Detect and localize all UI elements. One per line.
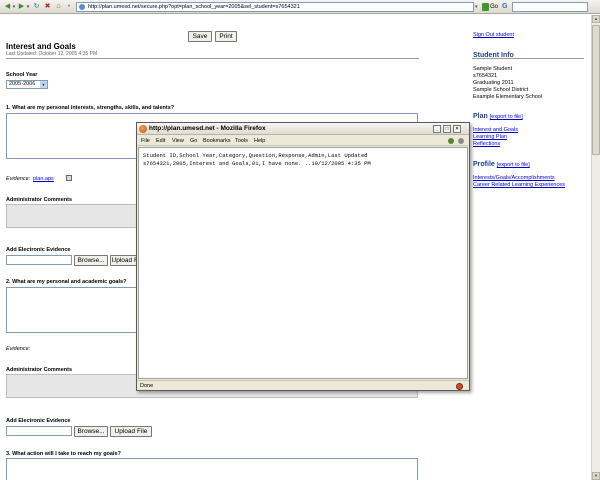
home-icon[interactable]: ⌂ (54, 2, 63, 12)
browser-toolbar: ◀ ▾ ▶ ▾ ↻ ✖ ⌂ • http://plan.umesd.net/se… (0, 0, 600, 14)
forward-dropdown-icon[interactable]: ▾ (26, 2, 30, 12)
school-year-label: School Year (6, 72, 38, 78)
plan-heading-text: Plan (473, 113, 488, 120)
go-button[interactable]: Go (490, 2, 498, 12)
sign-out-link[interactable]: Sign Out student (473, 32, 514, 38)
back-arrow-icon[interactable]: ◀ (3, 2, 12, 12)
throbber-icon: • (67, 3, 71, 10)
evidence-file-input-2[interactable] (6, 426, 72, 436)
delete-evidence-icon[interactable] (66, 175, 72, 181)
forward-arrow-icon[interactable]: ▶ (17, 2, 26, 12)
status-text: Done (140, 383, 154, 389)
back-dropdown-icon[interactable]: ▾ (12, 2, 16, 12)
student-district: Sample School District (473, 87, 529, 93)
menu-help[interactable]: Help (254, 137, 265, 145)
site-favicon-icon (79, 4, 85, 10)
scroll-down-icon[interactable]: ▼ (592, 472, 600, 480)
url-input[interactable]: http://plan.umesd.net/secure.php?opt=pla… (76, 2, 474, 12)
csv-header-line: Student ID,School Year,Category,Question… (143, 152, 368, 159)
student-id: s7654321 (473, 73, 498, 79)
sidebar-link-reflections[interactable]: Reflections (473, 141, 500, 147)
popup-menubar: File Edit View Go Bookmarks Tools Help (137, 136, 469, 146)
student-name: Sample Student (473, 66, 513, 72)
menu-view[interactable]: View (172, 137, 184, 145)
activity-icon (458, 138, 464, 144)
add-evidence-label-2: Add Electronic Evidence (6, 418, 71, 424)
url-dropdown-icon[interactable]: ▾ (475, 2, 481, 12)
browse-button-1[interactable]: Browse... (74, 255, 108, 266)
sidebar-link-interests-accomplishments[interactable]: Interests/Goals/Accomplishments (473, 175, 555, 181)
popup-titlebar[interactable]: http://plan.umesd.net - Mozilla Firefox … (137, 123, 469, 135)
menu-edit[interactable]: Edit (156, 137, 165, 145)
evidence-file-input-1[interactable] (6, 255, 72, 265)
page-title: Interest and Goals (6, 42, 76, 51)
school-year-value: 2005-2006 (9, 81, 36, 87)
question-2-label: 2. What are my personal and academic goa… (6, 279, 127, 285)
security-icon (456, 383, 463, 390)
print-button[interactable]: Print (215, 31, 237, 42)
sidebar-link-interest-goals[interactable]: Interest and Goals (473, 127, 518, 133)
reload-icon[interactable]: ↻ (32, 2, 41, 12)
student-info-heading: Student Info (473, 52, 514, 59)
go-forward-icon[interactable] (448, 138, 454, 144)
menu-tools[interactable]: Tools (235, 137, 248, 145)
add-evidence-label-1: Add Electronic Evidence (6, 247, 71, 253)
question-1-label: 1. What are my personal interests, stren… (6, 105, 175, 111)
menu-file[interactable]: File (141, 137, 150, 145)
scroll-up-icon[interactable]: ▲ (592, 15, 600, 23)
csv-data-line: s7654321,2005,Interest and Goals,01,I ha… (143, 160, 371, 167)
student-school: Example Elementary School (473, 94, 543, 100)
minimize-icon[interactable]: _ (433, 125, 441, 133)
profile-export-link[interactable]: [export to file] (497, 162, 530, 168)
school-year-select[interactable]: 2005-2006 ▼ (6, 80, 48, 89)
firefox-icon (139, 125, 147, 133)
browse-button-2[interactable]: Browse... (74, 426, 108, 437)
plan-heading: Plan [export to file] (473, 113, 523, 120)
sidebar-link-learning-plan[interactable]: Learning Plan (473, 134, 507, 140)
close-icon[interactable]: × (453, 125, 461, 133)
question-3-response[interactable] (6, 458, 418, 480)
menu-bookmarks[interactable]: Bookmarks (203, 137, 231, 145)
popup-statusbar: Done (137, 380, 469, 390)
popup-window: http://plan.umesd.net - Mozilla Firefox … (136, 122, 470, 391)
popup-title-text: http://plan.umesd.net - Mozilla Firefox (149, 125, 266, 132)
plan-export-link[interactable]: [export to file] (490, 114, 523, 120)
profile-heading: Profile [export to file] (473, 161, 530, 168)
popup-content: Student ID,School Year,Category,Question… (138, 147, 468, 379)
url-text: http://plan.umesd.net/secure.php?opt=pla… (88, 4, 300, 10)
admin-comments-label-2: Administrator Comments (6, 367, 73, 373)
admin-comments-label-1: Administrator Comments (6, 197, 73, 203)
scrollbar-thumb[interactable] (592, 25, 600, 155)
chevron-down-icon: ▼ (40, 81, 47, 88)
search-input[interactable] (512, 2, 588, 12)
profile-heading-text: Profile (473, 161, 495, 168)
go-arrow-icon[interactable] (482, 3, 489, 11)
sidebar-link-career-learning[interactable]: Career Related Learning Experiences (473, 182, 565, 188)
last-updated-text: Last Updated: October 12, 2005 4:35 PM (6, 51, 98, 57)
evidence-label-2: Evidence: (6, 346, 31, 352)
question-3-label: 3. What action will I take to reach my g… (6, 451, 121, 457)
student-graduating: Graduating 2011 (473, 80, 514, 86)
main-divider (6, 58, 419, 59)
menu-go[interactable]: Go (190, 137, 197, 145)
search-engine-logo: G (502, 3, 508, 10)
stop-icon[interactable]: ✖ (43, 2, 52, 12)
maximize-icon[interactable]: □ (443, 125, 451, 133)
evidence-link[interactable]: plan.aps (33, 176, 54, 182)
evidence-label: Evidence: (6, 176, 31, 182)
upload-file-button-2[interactable]: Upload File (110, 426, 152, 437)
save-button[interactable]: Save (188, 31, 212, 42)
page-scrollbar[interactable]: ▲ ▼ (591, 15, 600, 480)
